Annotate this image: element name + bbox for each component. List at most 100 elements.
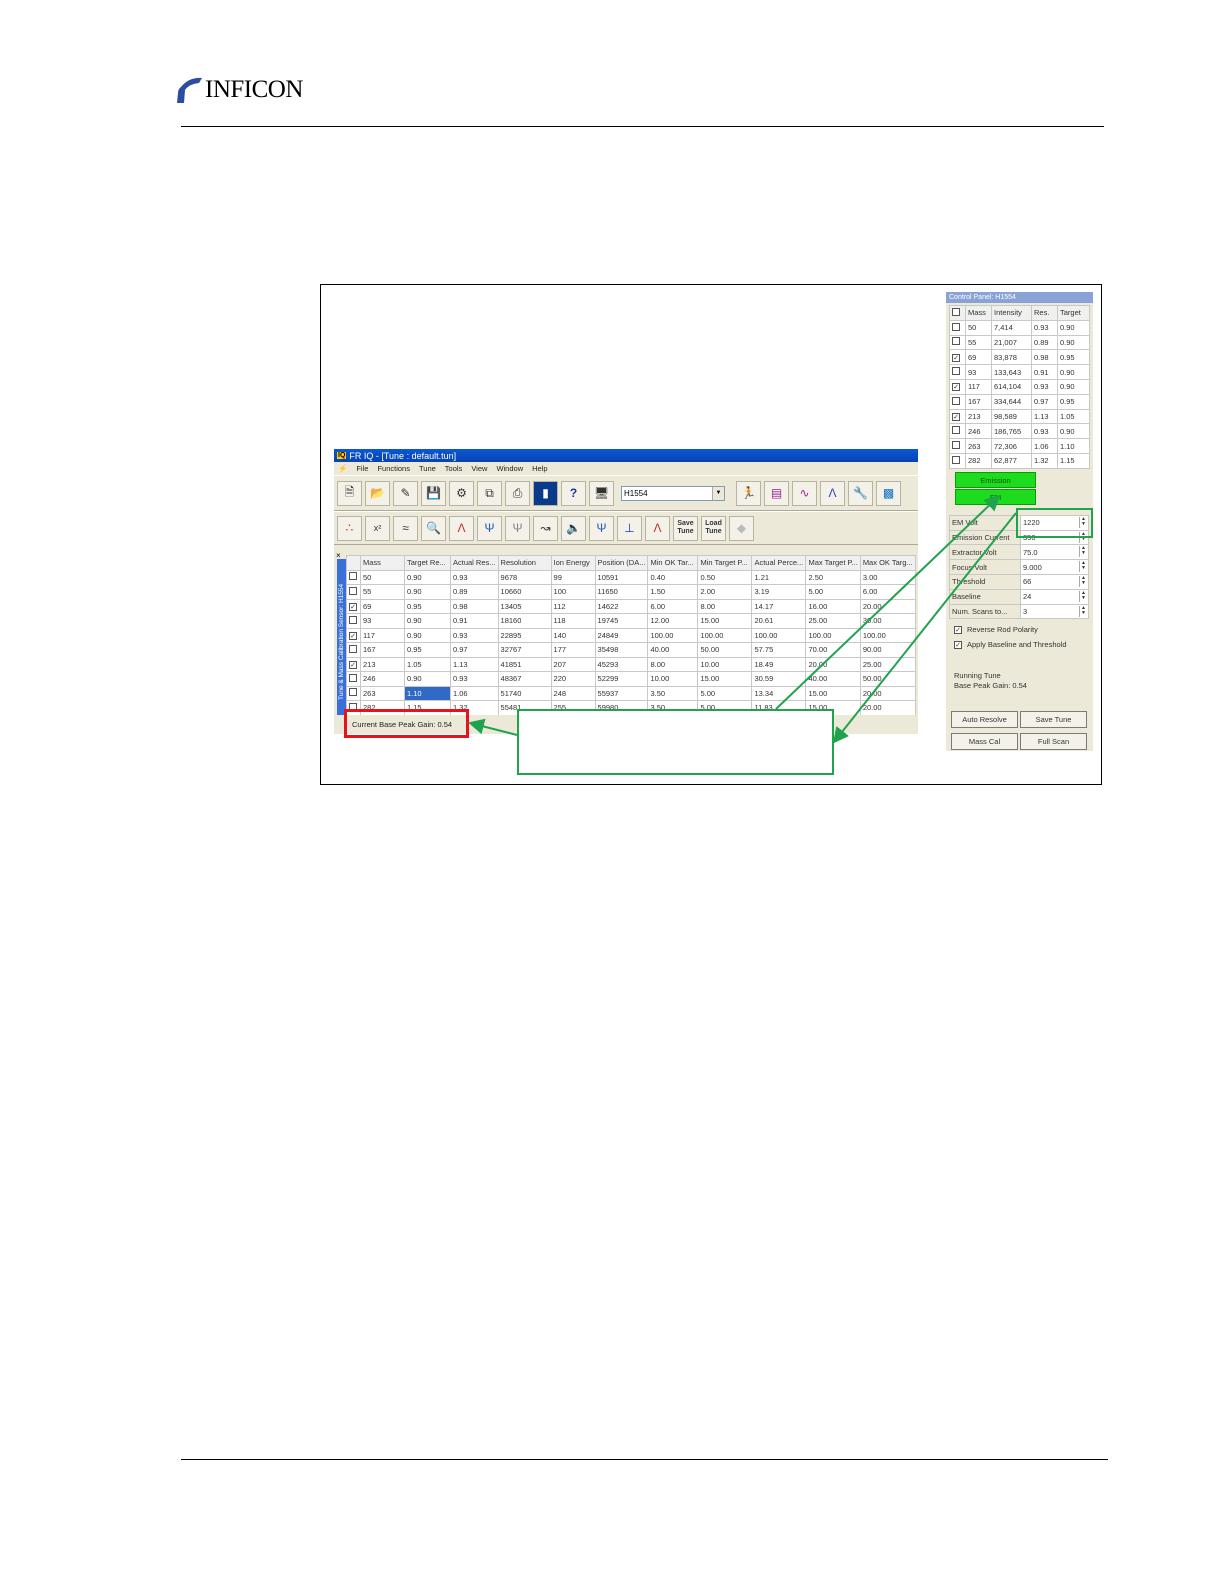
table-cell[interactable]: 51740 [497, 685, 552, 701]
table-cell[interactable]: 0.90 [404, 627, 451, 643]
auto-resolve-button[interactable]: Auto Resolve [951, 711, 1018, 729]
checkbox[interactable]: ✓ [349, 660, 357, 669]
computer-icon[interactable]: 🖥 [589, 480, 614, 506]
table-row[interactable]: ✓ 117 0.90 0.93 22895 140 24849 100.00 100.00 100… [346, 627, 916, 643]
cp-row[interactable]: 282 62,877 1.32 1.15 [949, 452, 1090, 469]
table-cell[interactable]: 40.00 [647, 642, 699, 658]
col-min-target-percent[interactable]: Min Target P... [697, 555, 753, 571]
table-cell[interactable]: 41851 [497, 656, 552, 672]
col-max-ok-target[interactable]: Max OK Targ... [859, 555, 916, 571]
col-ion-energy[interactable]: Ion Energy [550, 555, 596, 571]
table-cell[interactable]: 22895 [497, 627, 552, 643]
load-tune-button[interactable]: Load Tune [701, 515, 726, 541]
checkbox[interactable] [952, 396, 960, 405]
table-cell[interactable]: 11650 [594, 584, 649, 600]
table-cell[interactable]: 0.95 [404, 642, 451, 658]
cp-row-checkbox[interactable] [949, 423, 966, 440]
table-cell[interactable]: 100.00 [751, 627, 807, 643]
table-cell[interactable]: 50 [360, 569, 405, 585]
table-cell[interactable]: 3.50 [647, 685, 699, 701]
col-actual-percent[interactable]: Actual Perce... [751, 555, 807, 571]
table-cell[interactable]: 6.00 [859, 584, 916, 600]
cp-header-checkbox[interactable] [949, 305, 966, 321]
table-cell[interactable]: 1.21 [751, 569, 807, 585]
col-min-ok-target[interactable]: Min OK Tar... [647, 555, 699, 571]
cp-row-checkbox[interactable]: ✓ [949, 408, 966, 425]
table-cell[interactable]: 118 [550, 613, 596, 629]
row-checkbox[interactable] [346, 613, 361, 629]
table-cell[interactable]: 2.50 [805, 569, 861, 585]
device-select[interactable]: H1554 ▼ [621, 485, 725, 501]
table-cell[interactable]: 100.00 [859, 627, 916, 643]
table-cell[interactable]: 8.00 [697, 598, 753, 614]
table-cell[interactable]: 57.75 [751, 642, 807, 658]
table-cell[interactable]: 15.00 [697, 613, 753, 629]
apply-baseline-option[interactable]: ✓ Apply Baseline and Threshold [954, 640, 1093, 649]
table-cell[interactable]: 0.91 [450, 613, 499, 629]
table-cell[interactable]: 20.00 [859, 700, 916, 716]
param-input[interactable]: 24 ▲ ▼ [1020, 588, 1089, 605]
reverse-rod-option[interactable]: ✓ Reverse Rod Polarity [954, 625, 1093, 634]
table-cell[interactable]: 14622 [594, 598, 649, 614]
table-cell[interactable]: 3.00 [859, 569, 916, 585]
edit-icon[interactable]: ✎ [393, 480, 418, 506]
checkbox[interactable] [349, 586, 357, 595]
col-mass[interactable]: Mass [360, 555, 405, 571]
table-cell[interactable]: 0.40 [647, 569, 699, 585]
table-cell[interactable]: 69 [360, 598, 405, 614]
table-cell[interactable]: 1.06 [450, 685, 499, 701]
checkbox[interactable] [952, 426, 960, 435]
checkbox[interactable] [349, 644, 357, 653]
table-cell[interactable]: 20.00 [859, 598, 916, 614]
table-cell[interactable]: 20.00 [859, 685, 916, 701]
table-cell[interactable]: 140 [550, 627, 596, 643]
cp-row[interactable]: 50 7,414 0.93 0.90 [949, 319, 1090, 336]
table-cell[interactable]: 213 [360, 656, 405, 672]
table-cell[interactable]: 52299 [594, 671, 649, 687]
col-max-target-percent[interactable]: Max Target P... [805, 555, 861, 571]
col-resolution[interactable]: Resolution [497, 555, 552, 571]
table-cell[interactable]: 0.95 [404, 598, 451, 614]
bar-scan-icon[interactable]: ▤ [764, 480, 789, 506]
cp-row-checkbox[interactable] [949, 364, 966, 380]
table-cell[interactable]: 207 [550, 656, 596, 672]
table-cell[interactable]: 99 [550, 569, 596, 585]
mass-cal-button[interactable]: Mass Cal [951, 733, 1018, 751]
save-disk-icon[interactable]: 💾 [421, 480, 446, 506]
col-actual-res[interactable]: Actual Res... [450, 555, 499, 571]
cp-row-checkbox[interactable] [949, 393, 966, 410]
table-row[interactable]: 246 0.90 0.93 48367 220 52299 10.00 15.00 30.59 4… [346, 671, 916, 687]
table-cell[interactable]: 0.90 [404, 613, 451, 629]
new-file-icon[interactable]: 🗎 [337, 480, 362, 506]
table-cell[interactable]: 55937 [594, 685, 649, 701]
checkbox[interactable]: ✓ [349, 602, 357, 611]
table-cell[interactable]: 8.00 [647, 656, 699, 672]
table-cell[interactable]: 0.98 [450, 598, 499, 614]
table-cell[interactable]: 246 [360, 671, 405, 687]
table-cell[interactable]: 0.89 [450, 584, 499, 600]
table-cell[interactable]: 100.00 [647, 627, 699, 643]
table-cell[interactable]: 100.00 [805, 627, 861, 643]
menu-tools[interactable]: Tools [445, 464, 463, 473]
row-checkbox[interactable]: ✓ [346, 656, 361, 672]
menu-functions[interactable]: Functions [377, 464, 410, 473]
cp-row[interactable]: ✓ 213 98,589 1.13 1.05 [949, 408, 1090, 425]
table-cell[interactable]: 93 [360, 613, 405, 629]
table-cell[interactable]: 48367 [497, 671, 552, 687]
table-cell[interactable]: 15.00 [697, 671, 753, 687]
table-cell[interactable]: 0.93 [450, 671, 499, 687]
cp-row-checkbox[interactable] [949, 452, 966, 469]
table-cell[interactable]: 25.00 [805, 613, 861, 629]
scatter-icon[interactable]: ∴ [337, 515, 362, 541]
table-cell[interactable]: 3.19 [751, 584, 807, 600]
table-cell[interactable]: 167 [360, 642, 405, 658]
spinner-icon[interactable]: ▲ ▼ [1079, 561, 1087, 573]
table-cell[interactable]: 50.00 [859, 671, 916, 687]
table-cell[interactable]: 100 [550, 584, 596, 600]
tune-wrench-icon[interactable]: 🔧 [848, 480, 873, 506]
table-cell[interactable]: 117 [360, 627, 405, 643]
table-cell[interactable]: 5.00 [805, 584, 861, 600]
table-cell[interactable]: 12.00 [647, 613, 699, 629]
table-cell[interactable]: 90.00 [859, 642, 916, 658]
table-cell[interactable]: 45293 [594, 656, 649, 672]
